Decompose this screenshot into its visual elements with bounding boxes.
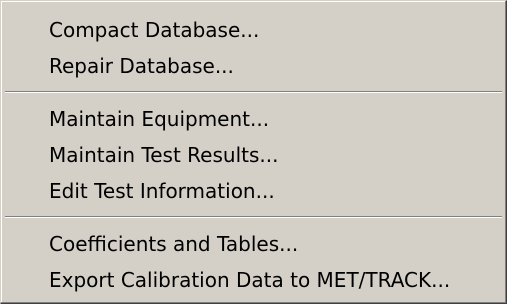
menu-item-coefficients-and-tables[interactable]: Coefficients and Tables... bbox=[5, 226, 502, 262]
context-menu: Compact Database... Repair Database... M… bbox=[0, 0, 507, 304]
menu-separator bbox=[5, 91, 502, 93]
menu-item-compact-database[interactable]: Compact Database... bbox=[5, 12, 502, 48]
menu-item-export-calibration-data[interactable]: Export Calibration Data to MET/TRACK... bbox=[5, 262, 502, 298]
menu-item-maintain-test-results[interactable]: Maintain Test Results... bbox=[5, 137, 502, 173]
menu-item-edit-test-information[interactable]: Edit Test Information... bbox=[5, 173, 502, 209]
menu-separator bbox=[5, 216, 502, 218]
menu-item-repair-database[interactable]: Repair Database... bbox=[5, 48, 502, 84]
menu-item-maintain-equipment[interactable]: Maintain Equipment... bbox=[5, 101, 502, 137]
